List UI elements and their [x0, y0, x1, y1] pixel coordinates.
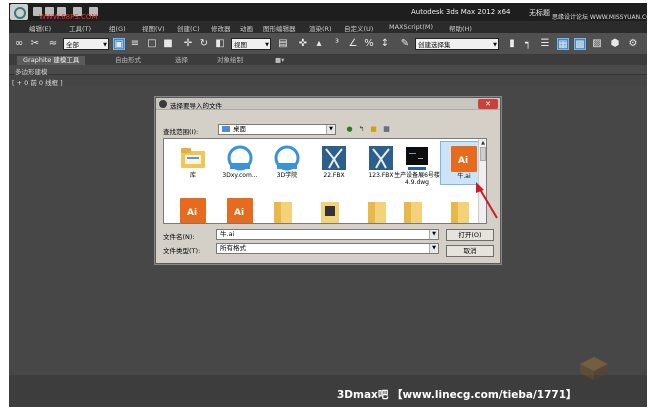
- annotation-arrow-icon: [476, 182, 498, 219]
